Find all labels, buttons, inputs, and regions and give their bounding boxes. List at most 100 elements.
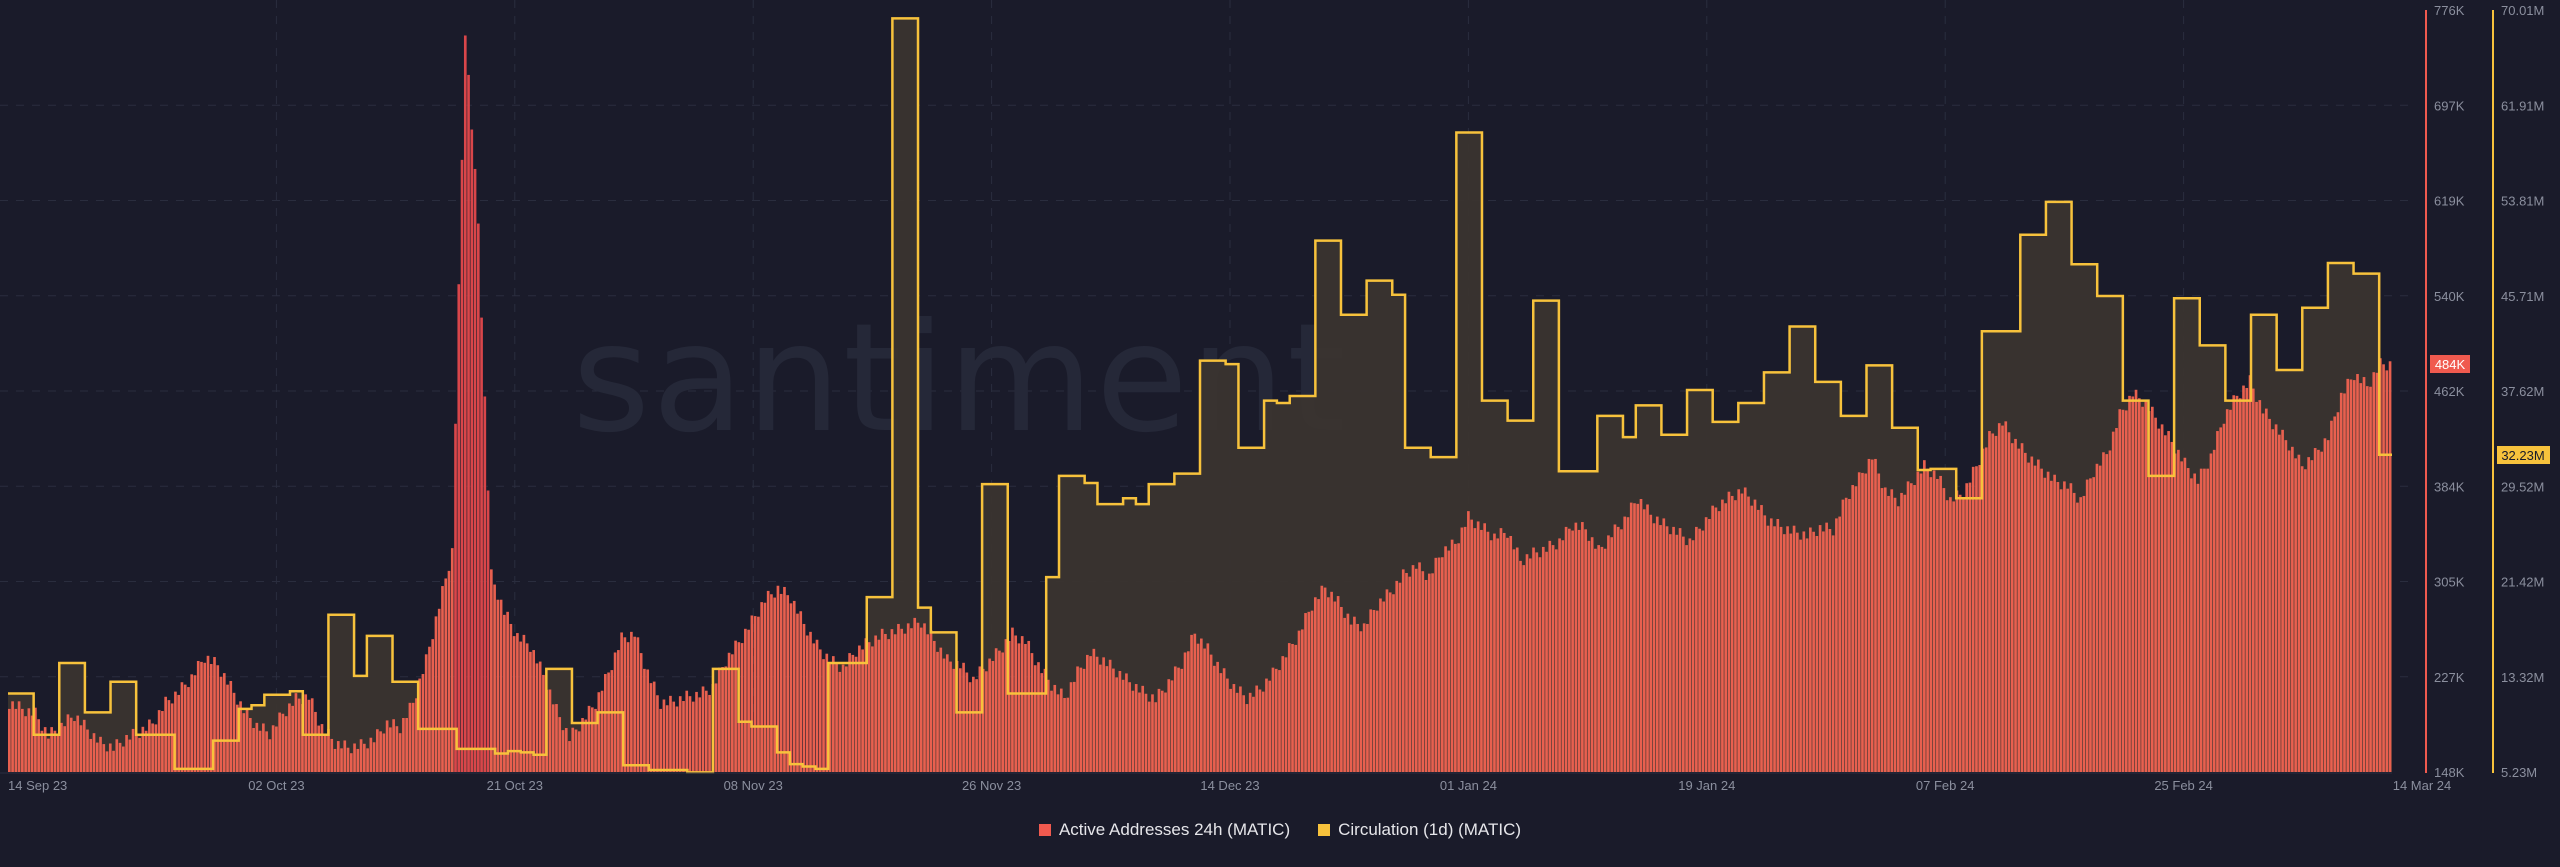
aa-bar bbox=[2388, 361, 2392, 772]
aa-bar bbox=[1349, 624, 1353, 772]
aa-bar bbox=[1340, 606, 1343, 772]
aa-bar bbox=[1027, 640, 1031, 772]
aa-bar bbox=[744, 628, 747, 772]
aa-bar bbox=[962, 662, 965, 772]
aa-bar bbox=[63, 726, 67, 772]
aa-bar bbox=[1574, 522, 1578, 772]
aa-bar bbox=[148, 719, 151, 772]
aa-bar bbox=[792, 600, 796, 772]
aa-bar bbox=[835, 664, 838, 772]
aa-bar bbox=[2111, 431, 2115, 772]
x-tick-label: 14 Mar 24 bbox=[2393, 778, 2452, 793]
aa-bar bbox=[985, 671, 988, 772]
aa-bar bbox=[2333, 416, 2337, 772]
aa-bar bbox=[708, 694, 711, 772]
aa-bar bbox=[1343, 617, 1346, 772]
aa-bar bbox=[1297, 630, 1301, 772]
aa-bar bbox=[1375, 610, 1379, 772]
aa-bar bbox=[1962, 498, 1965, 772]
aa-bar bbox=[1079, 667, 1083, 772]
aa-bar bbox=[1831, 535, 1835, 772]
aa-bar bbox=[763, 602, 767, 772]
aa-bar bbox=[1838, 516, 1841, 772]
aa-bar bbox=[161, 711, 164, 772]
aa-bar bbox=[1932, 470, 1936, 772]
aa-bar bbox=[2017, 448, 2021, 772]
aa-bar bbox=[1411, 565, 1415, 772]
aa-bar bbox=[1304, 613, 1307, 772]
aa-bar bbox=[203, 662, 207, 772]
aa-bar bbox=[193, 675, 197, 772]
aa-bar bbox=[424, 654, 428, 772]
aa-bar bbox=[1033, 665, 1037, 772]
aa-bar bbox=[454, 423, 457, 772]
aa-bar bbox=[8, 708, 11, 772]
aa-bar bbox=[2365, 386, 2369, 772]
aa-bar bbox=[1952, 501, 1955, 772]
aa-bar bbox=[617, 650, 620, 772]
aa-bar bbox=[2144, 400, 2148, 772]
aa-bar bbox=[1131, 690, 1135, 772]
aa-bar bbox=[766, 590, 770, 772]
aa-bar bbox=[1883, 487, 1887, 772]
aa-bar bbox=[1815, 535, 1819, 772]
circ-tick-label: 53.81M bbox=[2501, 194, 2544, 209]
aa-bar bbox=[1473, 528, 1477, 772]
circ-tick-label: 13.32M bbox=[2501, 670, 2544, 685]
aa-bar bbox=[1209, 654, 1213, 772]
legend-item-active-addresses[interactable]: Active Addresses 24h (MATIC) bbox=[1038, 820, 1290, 840]
aa-bar bbox=[805, 635, 809, 772]
aa-bar bbox=[2066, 488, 2069, 772]
aa-bar bbox=[1704, 517, 1708, 772]
aa-bar bbox=[1056, 694, 1060, 772]
aa-bar bbox=[831, 656, 835, 772]
aa-bar bbox=[2310, 460, 2314, 772]
aa-bar bbox=[1828, 529, 1832, 772]
aa-bar bbox=[2264, 408, 2268, 772]
aa-bar bbox=[1864, 473, 1868, 772]
aa-bar bbox=[1564, 526, 1568, 772]
aa-bar bbox=[333, 748, 337, 772]
aa-bar bbox=[2359, 383, 2363, 772]
aa-bar bbox=[434, 616, 438, 772]
circ-tick-label: 61.91M bbox=[2501, 98, 2544, 113]
aa-bar bbox=[851, 654, 855, 772]
aa-bar bbox=[587, 705, 591, 772]
aa-bar bbox=[2027, 462, 2030, 772]
aa-bar bbox=[1678, 528, 1682, 772]
aa-bar bbox=[1414, 568, 1418, 772]
aa-bar bbox=[2154, 417, 2157, 772]
aa-bar bbox=[2157, 428, 2161, 772]
aa-bar bbox=[675, 706, 679, 772]
aa-bar bbox=[1594, 548, 1597, 772]
aa-bar bbox=[1949, 497, 1952, 772]
aa-bar bbox=[428, 646, 431, 772]
aa-bar bbox=[1642, 509, 1646, 772]
aa-bar bbox=[2212, 449, 2216, 772]
aa-bar bbox=[79, 725, 83, 772]
aa-bar bbox=[1372, 610, 1376, 772]
aa-bar bbox=[1805, 538, 1809, 772]
aa-bar bbox=[1509, 535, 1513, 772]
aa-bar bbox=[1219, 673, 1223, 772]
aa-bar bbox=[1880, 488, 1884, 772]
legend-item-circulation[interactable]: Circulation (1d) (MATIC) bbox=[1318, 820, 1521, 840]
aa-bar bbox=[278, 712, 281, 772]
aa-bar bbox=[1401, 569, 1405, 772]
aa-bar bbox=[1737, 489, 1741, 772]
aa-bar bbox=[1346, 613, 1350, 772]
aa-bar bbox=[600, 690, 604, 772]
aa-bar bbox=[1571, 530, 1574, 772]
aa-bar bbox=[789, 603, 793, 772]
aa-bar bbox=[232, 692, 236, 772]
aa-bar bbox=[1307, 611, 1311, 772]
aa-bar bbox=[2196, 483, 2200, 772]
aa-bar bbox=[346, 747, 350, 772]
aa-bar bbox=[1620, 529, 1623, 772]
aa-bar bbox=[2369, 386, 2372, 772]
aa-bar bbox=[1330, 591, 1333, 772]
aa-bar bbox=[2030, 456, 2034, 772]
aa-bar bbox=[437, 608, 441, 772]
aa-bar bbox=[2317, 449, 2320, 772]
aa-bar bbox=[1278, 670, 1281, 772]
